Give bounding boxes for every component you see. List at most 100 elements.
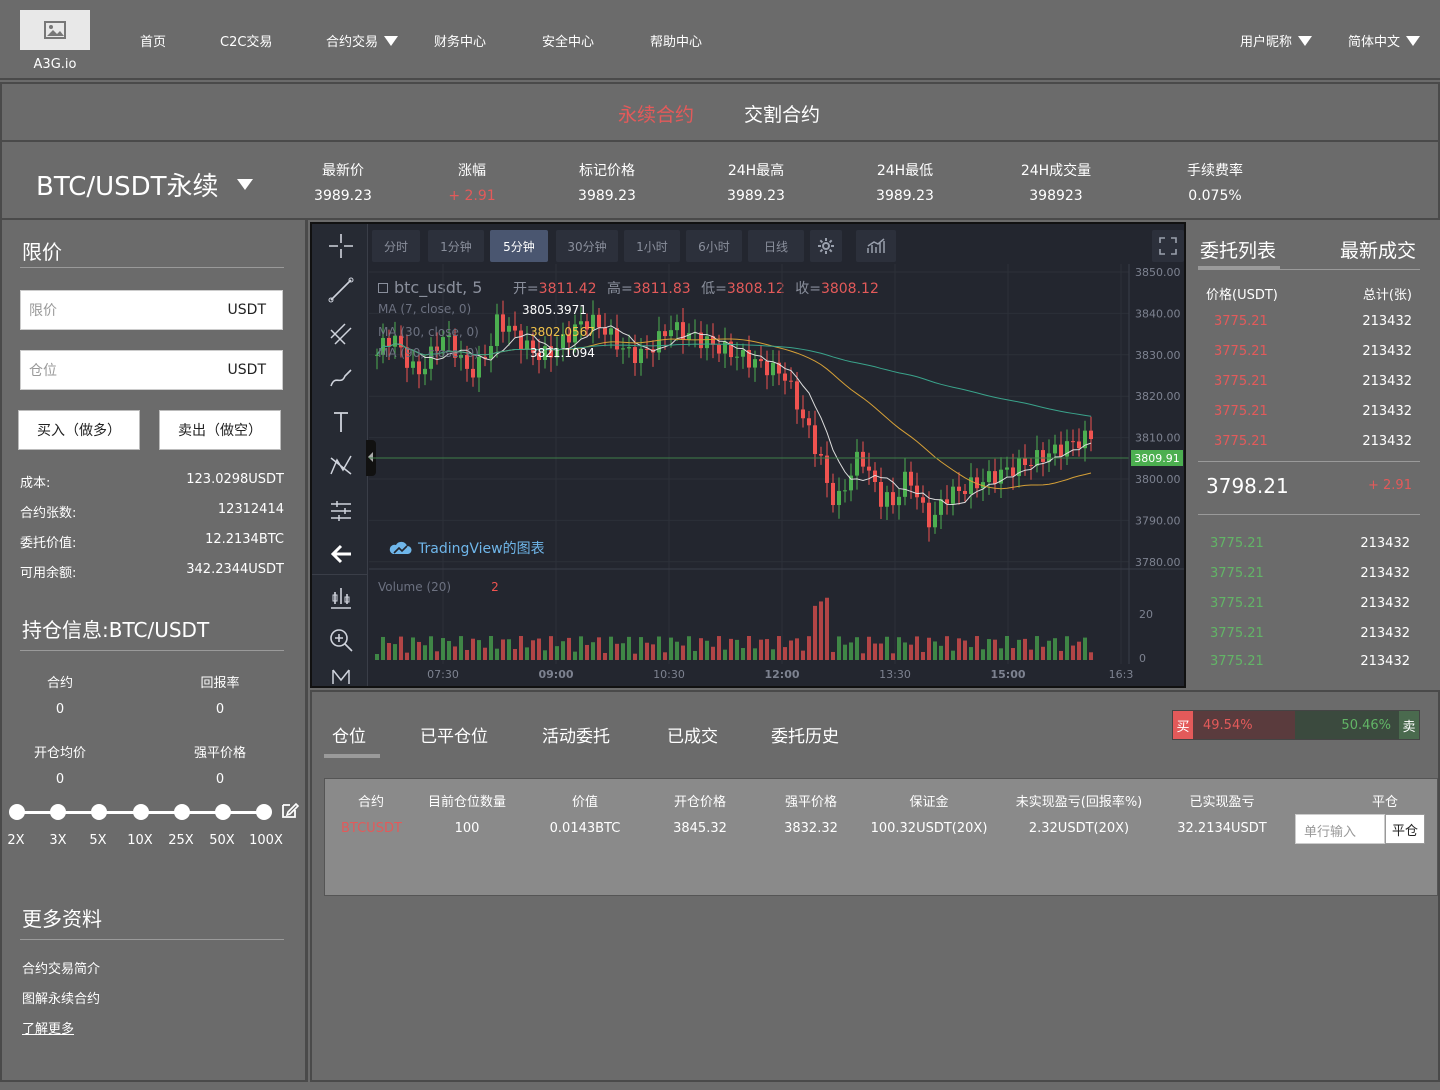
candle-body — [603, 327, 607, 335]
leverage-dot[interactable] — [91, 804, 107, 820]
candle-body — [579, 321, 583, 325]
stat-label: 标记价格 — [579, 163, 635, 179]
stat-value: 0.075% — [1188, 188, 1242, 204]
pattern-icon[interactable] — [327, 452, 355, 480]
tab-active-orders[interactable]: 活动委托 — [542, 722, 610, 747]
ask-row[interactable]: 3775.21 213432 — [1214, 404, 1412, 419]
bid-row[interactable]: 3775.21 213432 — [1210, 596, 1410, 611]
leverage-dot[interactable] — [215, 804, 231, 820]
tradingview-chart[interactable]: 分时 1分钟 5分钟 30分钟 1小时 6小时 日线 btc_usdt, 5 开… — [310, 222, 1186, 688]
candle-body — [1077, 441, 1081, 449]
bid-row[interactable]: 3775.21 213432 — [1210, 626, 1410, 641]
ask-price: 3775.21 — [1214, 404, 1268, 419]
zoom-in-icon[interactable] — [327, 626, 355, 654]
bid-row[interactable]: 3775.21 213432 — [1210, 654, 1410, 669]
price-input[interactable]: 限价 USDT — [20, 290, 283, 330]
language-menu[interactable]: 简体中文 — [1348, 31, 1421, 50]
tab-perpetual[interactable]: 永续合约 — [618, 100, 694, 127]
volume-bar — [405, 652, 409, 660]
image-placeholder-icon — [44, 21, 66, 39]
leverage-dot[interactable] — [174, 804, 190, 820]
ask-row[interactable]: 3775.21 213432 — [1214, 434, 1412, 449]
interval-button-active[interactable]: 5分钟 — [490, 230, 548, 262]
pair-selector[interactable]: BTC/USDT永续 — [36, 166, 253, 203]
magnet-icon[interactable] — [327, 666, 355, 686]
volume-bar — [441, 638, 445, 660]
user-menu[interactable]: 用户昵称 — [1240, 31, 1313, 50]
link-contract-intro[interactable]: 合约交易简介 — [22, 958, 100, 977]
buy-long-button[interactable]: 买入（做多） — [18, 410, 140, 450]
crosshair-icon[interactable] — [327, 232, 355, 260]
link-perpetual-guide[interactable]: 图解永续合约 — [22, 988, 100, 1007]
interval-button[interactable]: 日线 — [748, 230, 804, 262]
interval-button[interactable]: 30分钟 — [556, 230, 618, 262]
close-position-button[interactable]: 平仓 — [1385, 814, 1425, 844]
bid-row[interactable]: 3775.21 213432 — [1210, 536, 1410, 551]
measure-icon[interactable] — [327, 496, 355, 524]
candle-body — [831, 482, 835, 506]
logo-image[interactable] — [20, 10, 90, 50]
volume-bar — [1089, 652, 1093, 660]
nav-finance[interactable]: 财务中心 — [434, 31, 486, 50]
brush-icon[interactable] — [327, 364, 355, 392]
interval-button[interactable]: 1小时 — [624, 230, 680, 262]
link-learn-more[interactable]: 了解更多 — [22, 1018, 74, 1037]
stat-value: 3989.23 — [876, 188, 934, 204]
candle-body — [855, 451, 859, 476]
stat-value: 3989.23 — [578, 188, 636, 204]
leverage-dot[interactable] — [133, 804, 149, 820]
price-chart-canvas[interactable]: 3850.00 3840.00 3830.00 3820.00 3810.00 3800.… — [369, 264, 1184, 686]
candle-body — [813, 425, 817, 455]
volume-bar — [771, 649, 775, 660]
volume-bar — [945, 636, 949, 660]
nav-contract[interactable]: 合约交易 — [326, 31, 399, 50]
volume-bar — [687, 636, 691, 660]
edit-icon[interactable] — [280, 800, 300, 820]
tab-closed-positions[interactable]: 已平仓位 — [420, 722, 488, 747]
nav-label: C2C交易 — [220, 35, 273, 50]
volume-bar — [855, 637, 859, 660]
tab-filled[interactable]: 已成交 — [667, 722, 718, 747]
tab-latest-trades[interactable]: 最新成交 — [1340, 236, 1416, 263]
leverage-dot[interactable] — [9, 804, 25, 820]
fullscreen-button[interactable] — [1152, 230, 1184, 262]
ask-row[interactable]: 3775.21 213432 — [1214, 344, 1412, 359]
interval-button[interactable]: 1分钟 — [428, 230, 484, 262]
fib-icon[interactable] — [327, 320, 355, 348]
trend-line-icon[interactable] — [327, 276, 355, 304]
interval-button[interactable]: 分时 — [372, 230, 420, 262]
study-button[interactable] — [856, 230, 896, 262]
settings-button[interactable] — [810, 230, 842, 262]
tab-positions[interactable]: 仓位 — [332, 722, 366, 747]
nav-security[interactable]: 安全中心 — [542, 31, 594, 50]
tab-order-list[interactable]: 委托列表 — [1200, 236, 1276, 263]
volume-bar — [429, 636, 433, 660]
candle-body — [993, 471, 997, 484]
nav-help[interactable]: 帮助中心 — [650, 31, 702, 50]
volume-bar — [633, 653, 637, 660]
info-value: 12.2134BTC — [205, 532, 284, 547]
volume-bar — [729, 638, 733, 660]
interval-button[interactable]: 6小时 — [686, 230, 742, 262]
leverage-dot[interactable] — [256, 804, 272, 820]
cell-contract[interactable]: BTCUSDT — [341, 821, 402, 836]
ask-row[interactable]: 3775.21 213432 — [1214, 374, 1412, 389]
leverage-dot[interactable] — [50, 804, 66, 820]
tab-order-history[interactable]: 委托历史 — [771, 722, 839, 747]
candle-body — [1005, 467, 1009, 470]
ma7-value: 3805.3971 — [522, 303, 587, 317]
tab-delivery[interactable]: 交割合约 — [744, 100, 820, 127]
arrow-left-icon[interactable] — [327, 540, 355, 568]
close-qty-input[interactable]: 单行输入 — [1295, 814, 1385, 844]
quantity-input[interactable]: 仓位 USDT — [20, 350, 283, 390]
volume-bar — [627, 636, 631, 660]
text-tool-icon[interactable] — [327, 408, 355, 436]
nav-c2c[interactable]: C2C交易 — [220, 31, 272, 50]
sell-short-button[interactable]: 卖出（做空） — [159, 410, 281, 450]
ask-row[interactable]: 3775.21 213432 — [1214, 314, 1412, 329]
ticker-last-price: 最新价 3989.23 — [283, 160, 403, 204]
indicators-icon[interactable] — [327, 584, 355, 612]
bid-row[interactable]: 3775.21 213432 — [1210, 566, 1410, 581]
nav-home[interactable]: 首页 — [140, 31, 166, 50]
candle-body — [723, 341, 727, 354]
